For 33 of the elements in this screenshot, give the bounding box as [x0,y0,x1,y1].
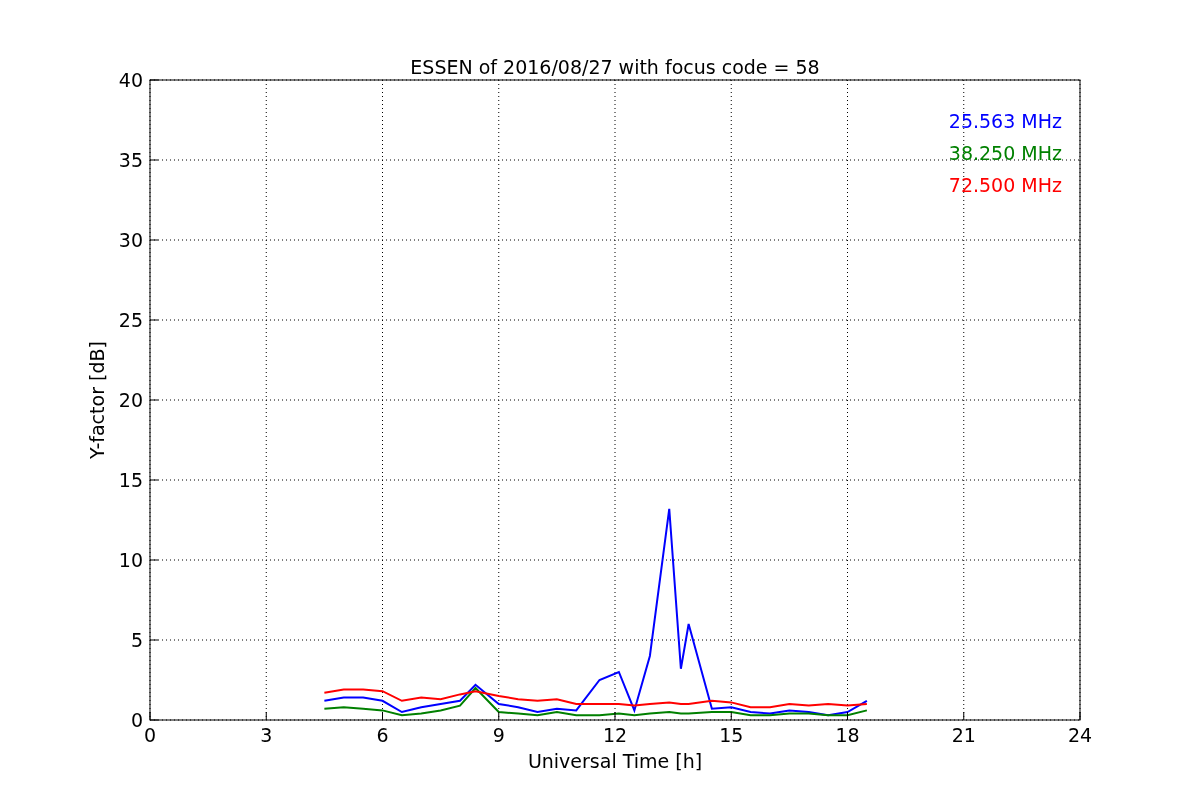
chart-title: ESSEN of 2016/08/27 with focus code = 58 [410,56,820,78]
tick-mark [1079,711,1081,721]
tick-label: 10 [118,549,143,571]
tick-label: 0 [130,709,143,731]
tick-mark [963,711,965,721]
axis-label: Y-factor [dB] [86,341,108,459]
tick-label: 15 [118,469,143,491]
tick-label: 12 [602,724,628,746]
tick-label: 5 [130,629,143,651]
axis-label: Universal Time [h] [527,750,703,772]
tick-mark [498,711,500,721]
tick-label: 20 [118,389,143,411]
tick-mark [265,711,267,721]
tick-label: 21 [951,724,976,746]
tick-label: 24 [1067,724,1093,746]
legend-label: 38.250 MHz [948,142,1062,164]
tick-mark [614,711,616,721]
legend-label: 25.563 MHz [948,110,1062,132]
tick-mark [847,711,848,721]
tick-label: 15 [719,724,744,746]
tick-label: 25 [118,309,143,331]
legend-label: 72.500 MHz [948,174,1062,196]
tick-label: 3 [260,724,273,746]
tick-label: 18 [835,724,860,746]
tick-label: 35 [118,149,143,171]
tick-label: 0 [143,724,157,746]
tick-label: 6 [376,724,389,746]
tick-mark [382,711,383,721]
tick-label: 30 [118,229,143,251]
tick-mark [730,711,732,721]
tick-label: 40 [118,69,143,91]
tick-mark [149,79,159,81]
tick-label: 9 [492,724,505,746]
